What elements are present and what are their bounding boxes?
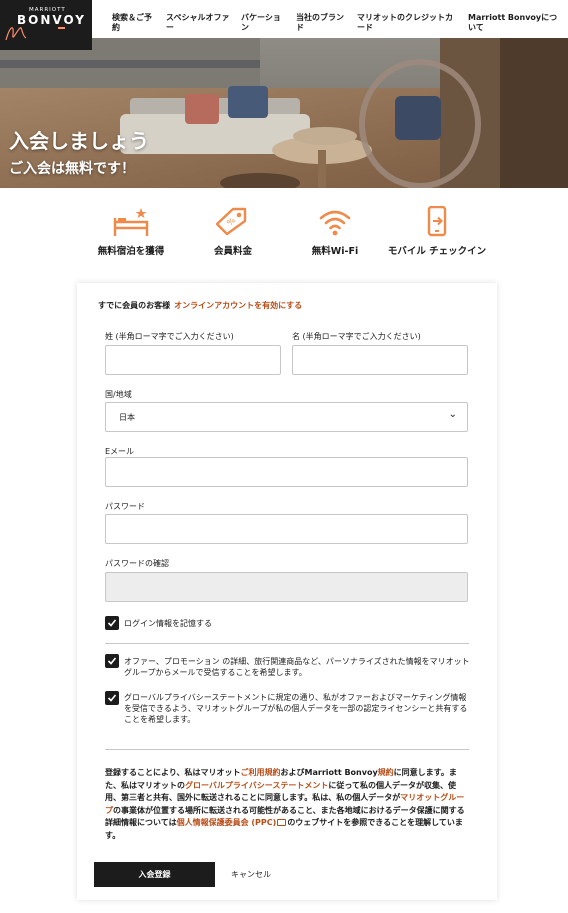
first-name-label: 名 (半角ローマ字でご入力ください) bbox=[292, 332, 421, 341]
marketing-email-checkbox[interactable] bbox=[105, 654, 119, 668]
benefit-free-wifi: 無料Wi-Fi bbox=[285, 206, 385, 257]
last-name-input[interactable] bbox=[105, 345, 281, 375]
marketing-email-label: オファー、プロモーション の詳細、旅行関連商品など、パーソナライズされた情報をマ… bbox=[124, 657, 470, 677]
section-divider bbox=[105, 749, 469, 750]
hero-title: 入会しましょう bbox=[9, 129, 149, 153]
country-select[interactable]: 日本 ⌄ bbox=[105, 402, 468, 432]
enroll-submit-button[interactable]: 入会登録 bbox=[94, 862, 215, 887]
external-link-icon bbox=[277, 819, 287, 826]
nav-vacations[interactable]: バケーション bbox=[241, 13, 285, 32]
chevron-down-icon: ⌄ bbox=[448, 409, 457, 420]
existing-member-note: すでに会員のお客様 オンラインアカウントを有効にする bbox=[98, 300, 302, 311]
hero-subtitle: ご入会は無料です！ bbox=[9, 161, 135, 177]
ppc-link[interactable]: 個人情報保護委員会 (PPC) bbox=[177, 818, 277, 827]
bed-icon bbox=[113, 208, 149, 236]
enrollment-form-card: すでに会員のお客様 オンラインアカウントを有効にする 姓 (半角ローマ字でご入力く… bbox=[77, 283, 497, 900]
terms-text: 登録することにより、私はマリオット bbox=[105, 768, 241, 777]
email-input[interactable] bbox=[105, 457, 468, 487]
existing-member-text: すでに会員のお客様 bbox=[98, 301, 171, 310]
wifi-icon bbox=[319, 210, 351, 236]
nav-credit-card[interactable]: マリオットのクレジットカード bbox=[357, 13, 459, 32]
benefit-mobile-checkin: モバイル チェックイン bbox=[387, 206, 487, 257]
benefit-label: 無料Wi-Fi bbox=[311, 246, 359, 257]
hero-banner: 入会しましょう ご入会は無料です！ bbox=[0, 38, 568, 188]
checkmark-icon bbox=[107, 619, 117, 627]
benefit-label: 会員料金 bbox=[213, 246, 252, 257]
bonvoy-terms-link[interactable]: 規約 bbox=[378, 768, 394, 777]
terms-of-use-link[interactable]: ご利用規約 bbox=[241, 768, 281, 777]
country-label: 国/地域 bbox=[105, 390, 132, 399]
data-sharing-label: グローバルプライバシーステートメントに規定の通り、私がオファーおよびマーケティン… bbox=[124, 693, 468, 724]
marriott-bonvoy-logo[interactable]: MARRIOTT BONVOY bbox=[0, 0, 92, 50]
last-name-label: 姓 (半角ローマ字でご入力ください) bbox=[105, 332, 234, 341]
activate-online-account-link[interactable]: オンラインアカウントを有効にする bbox=[174, 301, 302, 310]
remember-login-label: ログイン情報を記憶する bbox=[124, 619, 212, 628]
password-label: パスワード bbox=[105, 502, 145, 511]
privacy-statement-link[interactable]: グローバルプライバシーステートメント bbox=[185, 781, 328, 790]
confirm-password-label: パスワードの確認 bbox=[105, 559, 169, 568]
checkmark-icon bbox=[107, 657, 117, 665]
mobile-checkin-icon bbox=[427, 206, 447, 237]
logo-accent-dash bbox=[58, 27, 65, 29]
benefit-label: モバイル チェックイン bbox=[387, 246, 487, 257]
password-input[interactable] bbox=[105, 514, 468, 544]
section-divider bbox=[105, 643, 469, 644]
terms-agreement-text: 登録することにより、私はマリオットご利用規約およびMarriott Bonvoy… bbox=[105, 767, 471, 842]
logo-script-mark bbox=[5, 27, 27, 41]
country-selected-value: 日本 bbox=[119, 413, 135, 422]
confirm-password-input[interactable] bbox=[105, 572, 468, 602]
nav-search-reserve[interactable]: 検索＆ご予約 bbox=[112, 13, 156, 32]
nav-special-offers[interactable]: スペシャルオファー bbox=[166, 13, 230, 32]
benefit-label: 無料宿泊を獲得 bbox=[97, 246, 165, 257]
benefit-free-nights: 無料宿泊を獲得 bbox=[81, 206, 181, 257]
nav-brands[interactable]: 当社のブランド bbox=[296, 13, 346, 32]
top-navigation-bar: MARRIOTT BONVOY 検索＆ご予約 スペシャルオファー バケーション … bbox=[0, 0, 568, 50]
terms-text: およびMarriott Bonvoy bbox=[280, 768, 378, 777]
checkmark-icon bbox=[107, 694, 117, 702]
data-sharing-checkbox[interactable] bbox=[105, 691, 119, 705]
price-tag-icon: % bbox=[215, 207, 247, 236]
cancel-link[interactable]: キャンセル bbox=[231, 869, 271, 880]
benefit-member-rates: % 会員料金 bbox=[183, 206, 283, 257]
nav-about-bonvoy[interactable]: Marriott Bonvoyについて bbox=[468, 13, 558, 32]
remember-login-checkbox[interactable] bbox=[105, 616, 119, 630]
svg-text:%: % bbox=[225, 216, 237, 228]
email-label: Eメール bbox=[105, 447, 135, 456]
first-name-input[interactable] bbox=[292, 345, 468, 375]
